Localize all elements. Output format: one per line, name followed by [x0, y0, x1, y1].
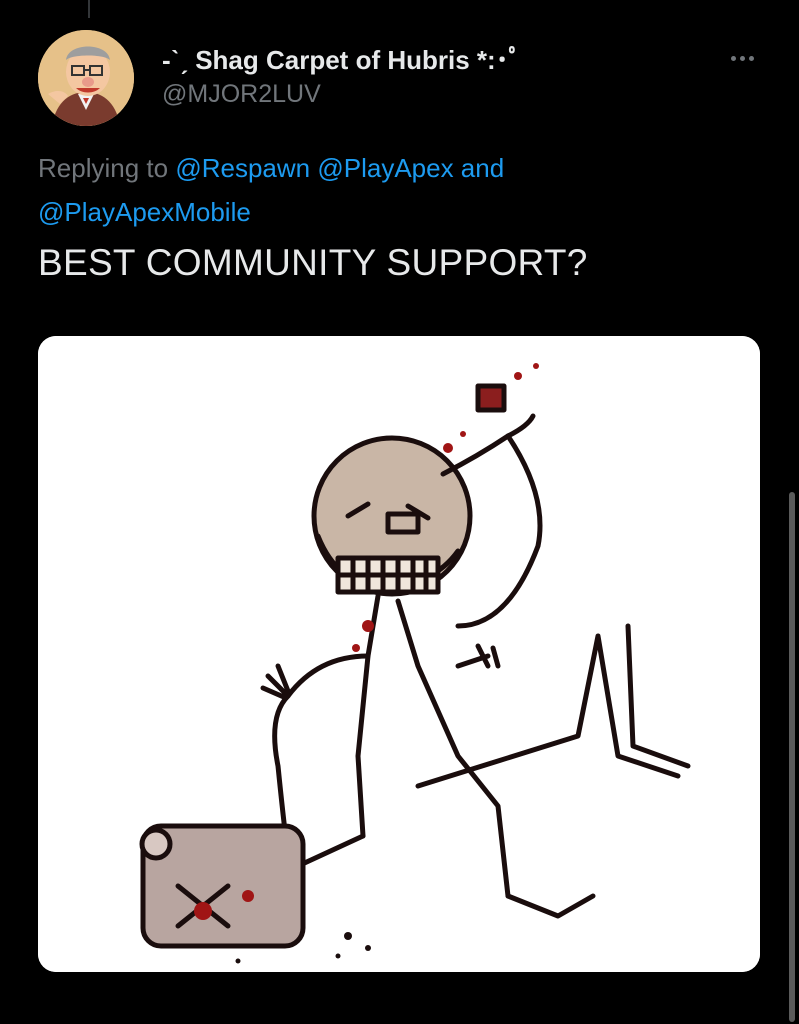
- more-horizontal-icon: [730, 55, 736, 61]
- avatar-image: [38, 30, 134, 126]
- mention-link-playapex[interactable]: @PlayApex: [317, 153, 453, 183]
- tweet-text: BEST COMMUNITY SUPPORT?: [38, 242, 588, 283]
- mention-link-respawn[interactable]: @Respawn: [175, 153, 310, 183]
- user-handle[interactable]: @MJOR2LUV: [162, 80, 321, 109]
- avatar[interactable]: [38, 30, 134, 126]
- more-dot: [748, 55, 754, 61]
- more-options-button[interactable]: [722, 44, 762, 72]
- stick-figure-drawing: [38, 336, 760, 972]
- mention-link-playapexmobile[interactable]: @PlayApexMobile: [38, 197, 251, 227]
- mention-joiner[interactable]: and: [454, 153, 504, 183]
- more-dot: [739, 55, 745, 61]
- scrollbar[interactable]: [789, 492, 795, 1022]
- thread-connector-line: [88, 0, 90, 18]
- tweet-media-image[interactable]: [38, 336, 760, 972]
- display-name[interactable]: -ˋˏ Shag Carpet of Hubris *:･ﾟ: [162, 40, 522, 77]
- replying-to-label: Replying to: [38, 153, 176, 183]
- replying-to-line: Replying to @Respawn @PlayApex and @PlayA…: [38, 146, 758, 234]
